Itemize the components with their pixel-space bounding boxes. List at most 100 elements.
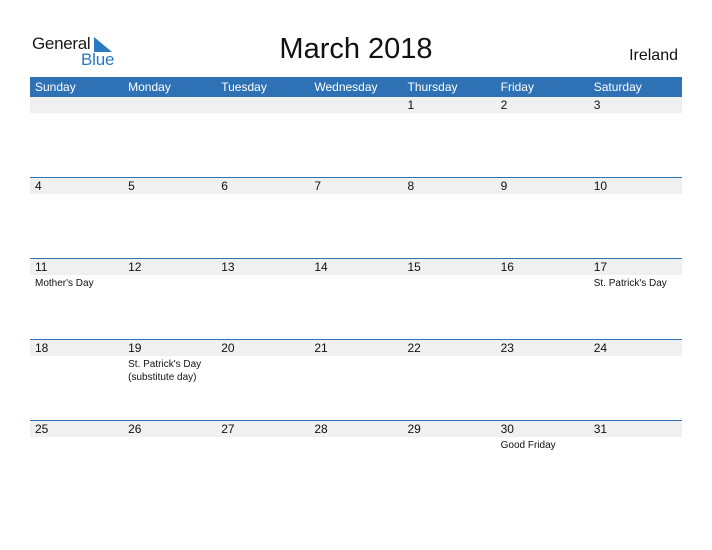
day-number: 19 xyxy=(128,341,142,355)
day-number: 1 xyxy=(407,98,415,112)
day-cell[interactable]: 1 xyxy=(403,97,496,115)
holiday-label xyxy=(314,437,402,439)
day-cell[interactable]: 9 xyxy=(496,178,589,196)
day-cell[interactable]: 6 xyxy=(216,178,309,196)
week-row: 11 Mother's Day 12 13 14 15 16 17 St. Patrick's … xyxy=(30,258,682,339)
holiday-label xyxy=(128,194,216,196)
holiday-label xyxy=(221,113,309,115)
day-cell[interactable]: 20 xyxy=(216,340,309,384)
day-number: 29 xyxy=(407,422,421,436)
day-number: 27 xyxy=(221,422,235,436)
day-number: 11 xyxy=(35,260,48,274)
day-cell[interactable]: 12 xyxy=(123,259,216,290)
day-cell[interactable]: 22 xyxy=(403,340,496,384)
day-cell[interactable]: 7 xyxy=(309,178,402,196)
day-cell[interactable]: 5 xyxy=(123,178,216,196)
day-number: 14 xyxy=(314,260,328,274)
day-number: 25 xyxy=(35,422,49,436)
day-cell[interactable]: 17 St. Patrick's Day xyxy=(589,259,682,290)
holiday-label xyxy=(501,113,589,115)
holiday-label xyxy=(221,275,309,277)
day-cell[interactable]: 3 xyxy=(589,97,682,115)
weekday-wednesday: Wednesday xyxy=(314,80,378,94)
day-number: 30 xyxy=(500,422,514,436)
day-number: 5 xyxy=(128,179,135,193)
day-number: 9 xyxy=(500,179,508,193)
day-cell[interactable]: 10 xyxy=(589,178,682,196)
day-cell[interactable]: 16 xyxy=(496,259,589,290)
day-cell[interactable]: 11 Mother's Day xyxy=(30,259,123,290)
day-cell[interactable]: 24 xyxy=(589,340,682,384)
day-cell[interactable]: 4 xyxy=(30,178,123,196)
holiday-label xyxy=(594,356,682,358)
day-cell[interactable]: 18 xyxy=(30,340,123,384)
day-cell[interactable]: 14 xyxy=(309,259,402,290)
day-cell[interactable]: 13 xyxy=(216,259,309,290)
day-cell[interactable]: 8 xyxy=(403,178,496,196)
day-cell[interactable]: 21 xyxy=(309,340,402,384)
holiday-label xyxy=(314,113,402,115)
week-cells: 11 Mother's Day 12 13 14 15 16 17 St. Patrick's … xyxy=(30,259,682,290)
holiday-label xyxy=(314,356,402,358)
day-cell[interactable] xyxy=(216,97,309,115)
holiday-label xyxy=(128,437,216,439)
day-number: 6 xyxy=(221,179,228,193)
holiday-label: St. Patrick's Day (substitute day) xyxy=(128,359,202,383)
day-number: 3 xyxy=(593,98,601,112)
holiday-label xyxy=(408,437,496,439)
day-cell[interactable]: 29 xyxy=(403,421,496,452)
holiday-label xyxy=(35,437,123,439)
week-row: 4 5 6 7 8 9 10 xyxy=(30,177,682,258)
week-cells: 18 19 St. Patrick's Day (substitute day) 20… xyxy=(30,340,682,384)
week-row: 18 19 St. Patrick's Day (substitute day) 20… xyxy=(30,339,682,420)
holiday-label xyxy=(501,275,589,277)
day-cell[interactable]: 27 xyxy=(216,421,309,452)
day-number: 15 xyxy=(407,260,421,274)
holiday-label xyxy=(408,194,496,196)
day-cell[interactable]: 26 xyxy=(123,421,216,452)
day-number: 23 xyxy=(500,341,514,355)
week-row: 25 26 27 28 29 30 Good Friday 31 xyxy=(30,420,682,501)
holiday-label xyxy=(408,275,496,277)
day-cell[interactable] xyxy=(123,97,216,115)
weekday-monday: Monday xyxy=(128,80,171,94)
day-cell[interactable]: 23 xyxy=(496,340,589,384)
day-number: 10 xyxy=(593,179,608,193)
day-cell[interactable] xyxy=(30,97,123,115)
day-cell[interactable]: 25 xyxy=(30,421,123,452)
day-number: 8 xyxy=(407,179,415,193)
day-number xyxy=(35,97,123,113)
country-label: Ireland xyxy=(629,47,678,64)
day-number: 21 xyxy=(314,341,328,355)
holiday-label xyxy=(35,113,123,115)
day-number xyxy=(314,97,402,113)
weekday-header: Sunday Monday Tuesday Wednesday Thursday… xyxy=(30,77,682,97)
weeks-container: 1 2 3 4 5 6 7 8 9 10 11 Mother's Day 12 13 14 15 16 17 St.… xyxy=(30,97,682,501)
day-cell[interactable]: 15 xyxy=(403,259,496,290)
day-cell[interactable] xyxy=(309,97,402,115)
day-number: 31 xyxy=(593,422,608,436)
holiday-label xyxy=(314,194,402,196)
calendar-title: March 2018 xyxy=(279,33,433,65)
weekday-sunday: Sunday xyxy=(35,80,76,94)
day-number: 20 xyxy=(221,341,235,355)
weekday-saturday: Saturday xyxy=(593,80,642,94)
day-number: 2 xyxy=(500,98,508,112)
holiday-label xyxy=(221,194,309,196)
holiday-label: Good Friday xyxy=(500,440,556,451)
weekday-thursday: Thursday xyxy=(407,80,458,94)
day-number: 18 xyxy=(35,341,49,355)
day-cell[interactable]: 19 St. Patrick's Day (substitute day) xyxy=(123,340,216,384)
day-cell[interactable]: 31 xyxy=(589,421,682,452)
holiday-label xyxy=(594,437,682,439)
day-number: 17 xyxy=(593,260,608,274)
day-cell[interactable]: 28 xyxy=(309,421,402,452)
day-cell[interactable]: 2 xyxy=(496,97,589,115)
holiday-label xyxy=(314,275,402,277)
day-cell[interactable]: 30 Good Friday xyxy=(496,421,589,452)
holiday-label xyxy=(221,356,309,358)
weekday-tuesday: Tuesday xyxy=(221,80,267,94)
holiday-label xyxy=(594,194,682,196)
day-number: 12 xyxy=(128,260,142,274)
week-cells: 4 5 6 7 8 9 10 xyxy=(30,178,682,196)
